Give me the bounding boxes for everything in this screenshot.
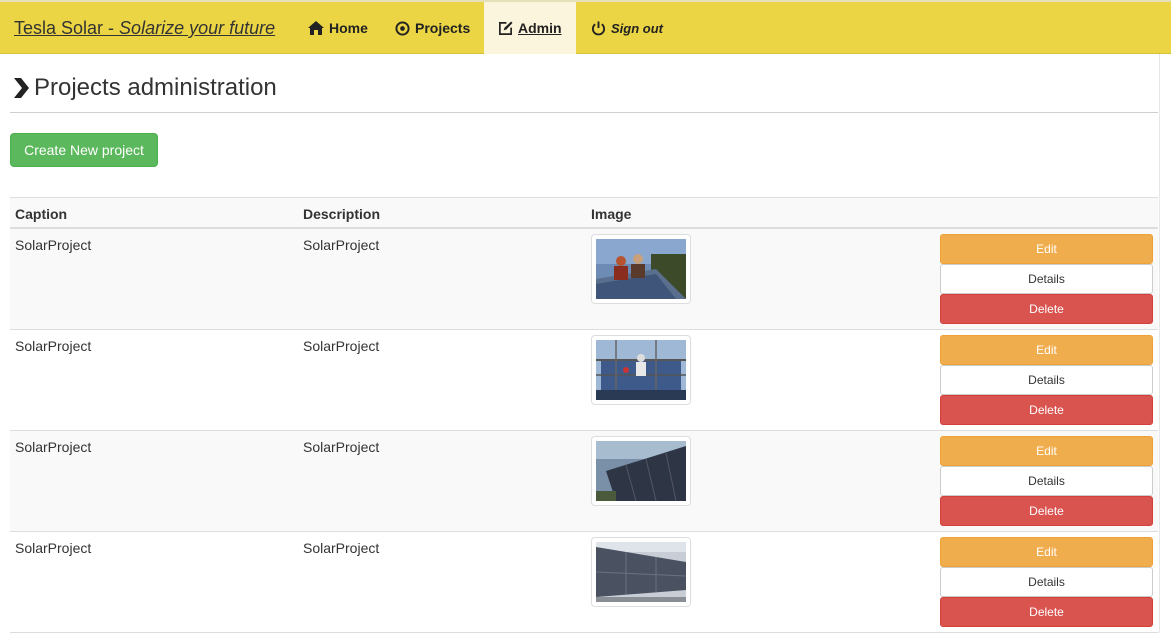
solar-wall-photo [596, 542, 686, 602]
table-row: SolarProject SolarProject Edit Details D… [10, 330, 1158, 431]
nav-home-label: Home [329, 20, 368, 36]
row-description: SolarProject [303, 237, 380, 253]
edit-button[interactable]: Edit [940, 436, 1153, 466]
project-thumbnail[interactable] [591, 436, 691, 506]
delete-button[interactable]: Delete [940, 496, 1153, 526]
delete-button[interactable]: Delete [940, 395, 1153, 425]
edit-button[interactable]: Edit [940, 537, 1153, 567]
title-divider [10, 112, 1158, 113]
solar-array-photo [596, 441, 686, 501]
row-description: SolarProject [303, 338, 380, 354]
delete-button[interactable]: Delete [940, 597, 1153, 627]
projects-table: Caption Description Image SolarProject S… [10, 197, 1158, 633]
table-row: SolarProject SolarProject Edit Details D… [10, 532, 1158, 633]
row-caption: SolarProject [15, 540, 92, 556]
brand-slogan: Solarize your future [119, 18, 276, 38]
vertical-scrollbar[interactable] [1159, 54, 1171, 633]
page-title: Projects administration [12, 74, 277, 102]
details-button[interactable]: Details [940, 567, 1153, 597]
edit-button[interactable]: Edit [940, 335, 1153, 365]
nav-signout[interactable]: Sign out [591, 2, 663, 54]
row-actions: Edit Details Delete [940, 335, 1153, 425]
target-icon [395, 20, 410, 36]
row-actions: Edit Details Delete [940, 537, 1153, 627]
workers-on-roof-photo [596, 239, 686, 299]
table-row: SolarProject SolarProject Edit Details D… [10, 229, 1158, 330]
nav-signout-label: Sign out [611, 20, 663, 36]
header-caption: Caption [15, 206, 68, 222]
brand-link[interactable]: Tesla Solar - Solarize your future [14, 18, 275, 39]
brand-prefix: Tesla Solar - [14, 18, 120, 38]
power-icon [591, 20, 606, 35]
details-button[interactable]: Details [940, 264, 1153, 294]
edit-icon [499, 20, 513, 35]
project-thumbnail[interactable] [591, 234, 691, 304]
header-description: Description [303, 206, 381, 222]
project-thumbnail[interactable] [591, 335, 691, 405]
nav-admin[interactable]: Admin [484, 2, 576, 54]
page-title-text: Projects administration [34, 74, 277, 101]
row-actions: Edit Details Delete [940, 234, 1153, 324]
project-thumbnail[interactable] [591, 537, 691, 607]
create-project-button[interactable]: Create New project [10, 133, 158, 167]
details-button[interactable]: Details [940, 365, 1153, 395]
edit-button[interactable]: Edit [940, 234, 1153, 264]
nav-projects-label: Projects [415, 20, 471, 36]
nav-home[interactable]: Home [308, 2, 368, 54]
row-actions: Edit Details Delete [940, 436, 1153, 526]
table-header: Caption Description Image [10, 197, 1158, 229]
row-description: SolarProject [303, 439, 380, 455]
delete-button[interactable]: Delete [940, 294, 1153, 324]
home-icon [308, 21, 324, 35]
header-image: Image [591, 206, 632, 222]
nav-projects[interactable]: Projects [395, 2, 470, 54]
row-caption: SolarProject [15, 439, 92, 455]
details-button[interactable]: Details [940, 466, 1153, 496]
chevron-right-icon [14, 78, 29, 98]
row-caption: SolarProject [15, 237, 92, 253]
table-row: SolarProject SolarProject Edit Details D… [10, 431, 1158, 532]
scaffold-installation-photo [596, 340, 686, 400]
row-description: SolarProject [303, 540, 380, 556]
row-caption: SolarProject [15, 338, 92, 354]
top-navbar: Tesla Solar - Solarize your future Home … [0, 0, 1171, 54]
nav-admin-label: Admin [518, 20, 562, 36]
